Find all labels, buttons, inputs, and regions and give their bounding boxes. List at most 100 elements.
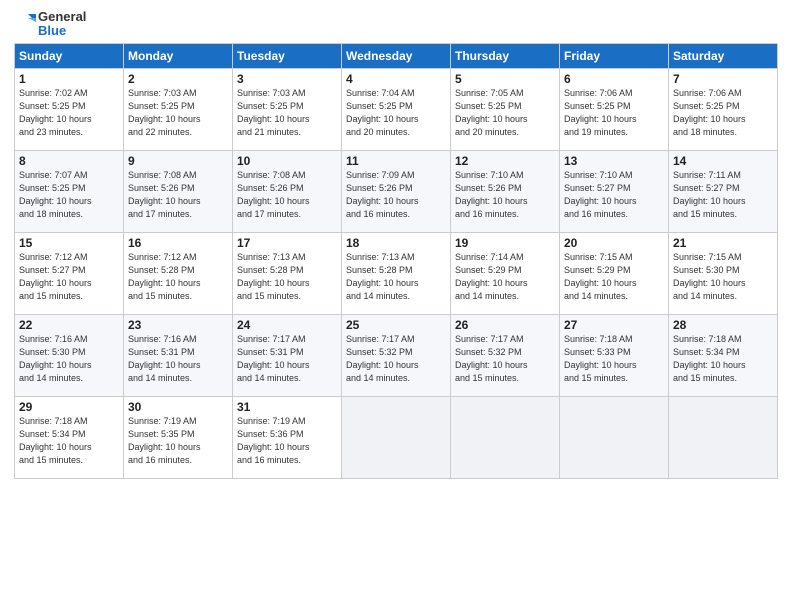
day-info: Sunrise: 7:09 AM Sunset: 5:26 PM Dayligh… [346, 169, 446, 221]
day-info: Sunrise: 7:04 AM Sunset: 5:25 PM Dayligh… [346, 87, 446, 139]
calendar-cell: 27Sunrise: 7:18 AM Sunset: 5:33 PM Dayli… [560, 314, 669, 396]
calendar-cell: 16Sunrise: 7:12 AM Sunset: 5:28 PM Dayli… [124, 232, 233, 314]
day-number: 21 [673, 236, 773, 250]
day-number: 16 [128, 236, 228, 250]
calendar-cell: 18Sunrise: 7:13 AM Sunset: 5:28 PM Dayli… [342, 232, 451, 314]
calendar-week-5: 29Sunrise: 7:18 AM Sunset: 5:34 PM Dayli… [15, 396, 778, 478]
day-info: Sunrise: 7:12 AM Sunset: 5:28 PM Dayligh… [128, 251, 228, 303]
day-info: Sunrise: 7:13 AM Sunset: 5:28 PM Dayligh… [346, 251, 446, 303]
day-number: 13 [564, 154, 664, 168]
day-info: Sunrise: 7:17 AM Sunset: 5:31 PM Dayligh… [237, 333, 337, 385]
day-info: Sunrise: 7:17 AM Sunset: 5:32 PM Dayligh… [455, 333, 555, 385]
day-info: Sunrise: 7:02 AM Sunset: 5:25 PM Dayligh… [19, 87, 119, 139]
calendar-cell [342, 396, 451, 478]
day-number: 24 [237, 318, 337, 332]
day-info: Sunrise: 7:06 AM Sunset: 5:25 PM Dayligh… [673, 87, 773, 139]
day-number: 7 [673, 72, 773, 86]
day-info: Sunrise: 7:06 AM Sunset: 5:25 PM Dayligh… [564, 87, 664, 139]
calendar-header-row: SundayMondayTuesdayWednesdayThursdayFrid… [15, 43, 778, 68]
calendar-week-3: 15Sunrise: 7:12 AM Sunset: 5:27 PM Dayli… [15, 232, 778, 314]
day-info: Sunrise: 7:19 AM Sunset: 5:35 PM Dayligh… [128, 415, 228, 467]
day-info: Sunrise: 7:08 AM Sunset: 5:26 PM Dayligh… [128, 169, 228, 221]
day-number: 2 [128, 72, 228, 86]
day-info: Sunrise: 7:10 AM Sunset: 5:27 PM Dayligh… [564, 169, 664, 221]
calendar-cell: 17Sunrise: 7:13 AM Sunset: 5:28 PM Dayli… [233, 232, 342, 314]
calendar-cell: 4Sunrise: 7:04 AM Sunset: 5:25 PM Daylig… [342, 68, 451, 150]
day-number: 30 [128, 400, 228, 414]
calendar-cell: 12Sunrise: 7:10 AM Sunset: 5:26 PM Dayli… [451, 150, 560, 232]
day-info: Sunrise: 7:03 AM Sunset: 5:25 PM Dayligh… [128, 87, 228, 139]
calendar-cell: 19Sunrise: 7:14 AM Sunset: 5:29 PM Dayli… [451, 232, 560, 314]
day-info: Sunrise: 7:10 AM Sunset: 5:26 PM Dayligh… [455, 169, 555, 221]
day-number: 17 [237, 236, 337, 250]
calendar-cell: 24Sunrise: 7:17 AM Sunset: 5:31 PM Dayli… [233, 314, 342, 396]
day-info: Sunrise: 7:16 AM Sunset: 5:31 PM Dayligh… [128, 333, 228, 385]
day-info: Sunrise: 7:14 AM Sunset: 5:29 PM Dayligh… [455, 251, 555, 303]
day-number: 31 [237, 400, 337, 414]
logo-general: General [38, 10, 86, 24]
calendar-cell: 13Sunrise: 7:10 AM Sunset: 5:27 PM Dayli… [560, 150, 669, 232]
calendar-cell: 14Sunrise: 7:11 AM Sunset: 5:27 PM Dayli… [669, 150, 778, 232]
day-number: 1 [19, 72, 119, 86]
day-number: 18 [346, 236, 446, 250]
day-number: 5 [455, 72, 555, 86]
day-number: 19 [455, 236, 555, 250]
day-number: 3 [237, 72, 337, 86]
logo-wordmark: General Blue [14, 10, 86, 39]
day-info: Sunrise: 7:19 AM Sunset: 5:36 PM Dayligh… [237, 415, 337, 467]
day-number: 12 [455, 154, 555, 168]
calendar-cell: 21Sunrise: 7:15 AM Sunset: 5:30 PM Dayli… [669, 232, 778, 314]
calendar-cell: 11Sunrise: 7:09 AM Sunset: 5:26 PM Dayli… [342, 150, 451, 232]
day-info: Sunrise: 7:11 AM Sunset: 5:27 PM Dayligh… [673, 169, 773, 221]
day-number: 8 [19, 154, 119, 168]
day-info: Sunrise: 7:12 AM Sunset: 5:27 PM Dayligh… [19, 251, 119, 303]
day-number: 11 [346, 154, 446, 168]
calendar-cell [451, 396, 560, 478]
calendar-table: SundayMondayTuesdayWednesdayThursdayFrid… [14, 43, 778, 479]
day-info: Sunrise: 7:15 AM Sunset: 5:30 PM Dayligh… [673, 251, 773, 303]
calendar-cell: 8Sunrise: 7:07 AM Sunset: 5:25 PM Daylig… [15, 150, 124, 232]
header: General Blue [14, 10, 778, 39]
day-info: Sunrise: 7:08 AM Sunset: 5:26 PM Dayligh… [237, 169, 337, 221]
col-header-tuesday: Tuesday [233, 43, 342, 68]
day-info: Sunrise: 7:18 AM Sunset: 5:34 PM Dayligh… [19, 415, 119, 467]
logo-icon [14, 13, 36, 35]
day-info: Sunrise: 7:05 AM Sunset: 5:25 PM Dayligh… [455, 87, 555, 139]
logo-blue: Blue [38, 24, 86, 38]
day-number: 26 [455, 318, 555, 332]
calendar-cell: 9Sunrise: 7:08 AM Sunset: 5:26 PM Daylig… [124, 150, 233, 232]
calendar-cell [560, 396, 669, 478]
day-number: 6 [564, 72, 664, 86]
calendar-cell: 20Sunrise: 7:15 AM Sunset: 5:29 PM Dayli… [560, 232, 669, 314]
calendar-cell: 3Sunrise: 7:03 AM Sunset: 5:25 PM Daylig… [233, 68, 342, 150]
day-number: 10 [237, 154, 337, 168]
calendar-week-2: 8Sunrise: 7:07 AM Sunset: 5:25 PM Daylig… [15, 150, 778, 232]
day-number: 15 [19, 236, 119, 250]
calendar-cell: 29Sunrise: 7:18 AM Sunset: 5:34 PM Dayli… [15, 396, 124, 478]
calendar-cell: 26Sunrise: 7:17 AM Sunset: 5:32 PM Dayli… [451, 314, 560, 396]
day-number: 9 [128, 154, 228, 168]
calendar-cell: 23Sunrise: 7:16 AM Sunset: 5:31 PM Dayli… [124, 314, 233, 396]
calendar-cell: 25Sunrise: 7:17 AM Sunset: 5:32 PM Dayli… [342, 314, 451, 396]
calendar-cell: 1Sunrise: 7:02 AM Sunset: 5:25 PM Daylig… [15, 68, 124, 150]
calendar-cell: 7Sunrise: 7:06 AM Sunset: 5:25 PM Daylig… [669, 68, 778, 150]
day-number: 28 [673, 318, 773, 332]
calendar-cell: 30Sunrise: 7:19 AM Sunset: 5:35 PM Dayli… [124, 396, 233, 478]
day-info: Sunrise: 7:17 AM Sunset: 5:32 PM Dayligh… [346, 333, 446, 385]
calendar-cell: 15Sunrise: 7:12 AM Sunset: 5:27 PM Dayli… [15, 232, 124, 314]
calendar-cell: 22Sunrise: 7:16 AM Sunset: 5:30 PM Dayli… [15, 314, 124, 396]
calendar-cell: 6Sunrise: 7:06 AM Sunset: 5:25 PM Daylig… [560, 68, 669, 150]
day-number: 23 [128, 318, 228, 332]
day-info: Sunrise: 7:07 AM Sunset: 5:25 PM Dayligh… [19, 169, 119, 221]
calendar-cell: 28Sunrise: 7:18 AM Sunset: 5:34 PM Dayli… [669, 314, 778, 396]
col-header-monday: Monday [124, 43, 233, 68]
col-header-friday: Friday [560, 43, 669, 68]
day-number: 29 [19, 400, 119, 414]
day-number: 22 [19, 318, 119, 332]
day-info: Sunrise: 7:13 AM Sunset: 5:28 PM Dayligh… [237, 251, 337, 303]
day-number: 14 [673, 154, 773, 168]
day-number: 25 [346, 318, 446, 332]
day-number: 27 [564, 318, 664, 332]
calendar-cell: 2Sunrise: 7:03 AM Sunset: 5:25 PM Daylig… [124, 68, 233, 150]
day-info: Sunrise: 7:18 AM Sunset: 5:34 PM Dayligh… [673, 333, 773, 385]
